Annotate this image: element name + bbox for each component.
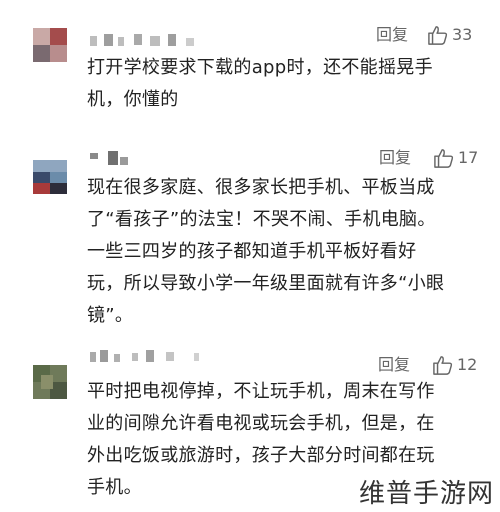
username-pixelated[interactable] [90, 350, 210, 364]
avatar[interactable] [33, 28, 67, 62]
like-button[interactable]: 12 [432, 355, 477, 375]
avatar[interactable] [33, 160, 67, 194]
thumbs-up-icon [428, 26, 448, 45]
thumbs-up-icon [433, 356, 453, 375]
comment-text: 现在很多家庭、很多家长把手机、平板当成 了“看孩子”的法宝！不哭不闹、手机电脑。… [87, 177, 445, 326]
reply-button[interactable]: 回复 [378, 355, 410, 375]
avatar[interactable] [33, 365, 67, 399]
like-button[interactable]: 17 [433, 148, 478, 168]
comment-text: 打开学校要求下载的app时，还不能摇晃手 机，你懂的 [87, 57, 433, 110]
site-watermark: 维普手游网 [358, 479, 494, 509]
like-count: 17 [458, 148, 479, 167]
username-pixelated[interactable] [90, 34, 200, 48]
like-count: 33 [452, 25, 473, 44]
reply-button[interactable]: 回复 [376, 25, 408, 45]
like-button[interactable]: 33 [427, 25, 472, 45]
username-pixelated[interactable] [90, 151, 150, 165]
thumbs-up-icon [434, 149, 454, 168]
like-count: 12 [457, 355, 478, 374]
reply-button[interactable]: 回复 [379, 148, 411, 168]
